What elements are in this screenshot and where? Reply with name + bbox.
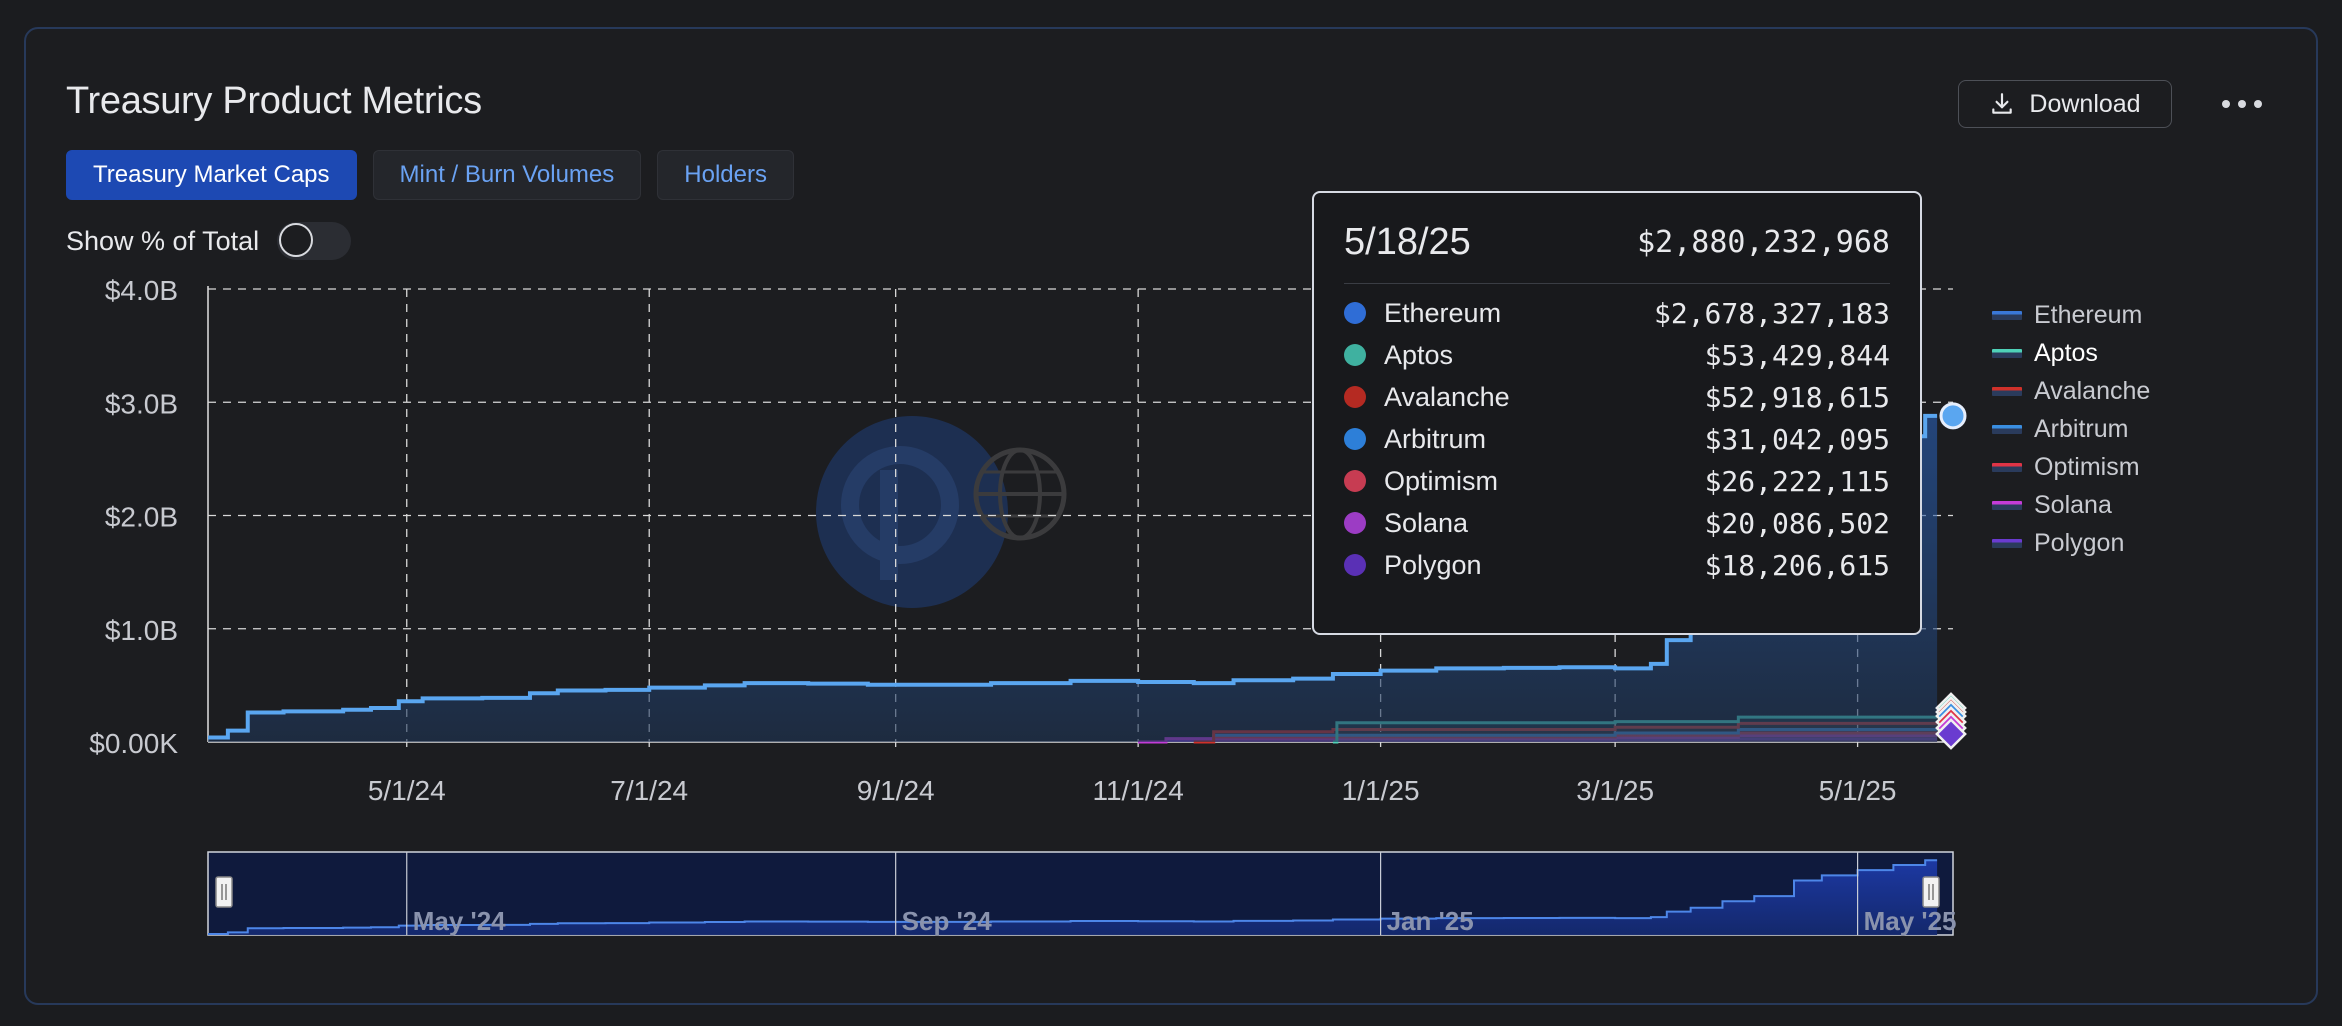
y-tick-label: $1.0B [105,615,178,646]
tooltip-series-value: $20,086,502 [1704,506,1890,540]
tooltip-series-name: Solana [1384,507,1469,538]
legend-swatch [1992,538,2022,548]
legend-swatch [1992,386,2022,396]
tooltip-row-aptos: Aptos $53,429,844 [1344,334,1890,376]
navigator-label: May '25 [1864,906,1957,936]
y-tick-label: $0.00K [89,728,178,759]
series-color-dot [1344,470,1366,492]
navigator-label: Sep '24 [902,906,993,936]
tooltip-series-value: $26,222,115 [1704,464,1890,498]
x-tick-label: 1/1/25 [1342,775,1420,806]
tooltip-series-name: Avalanche [1384,381,1510,412]
legend-item-solana[interactable]: Solana [1992,486,2150,524]
x-tick-label: 3/1/25 [1576,775,1654,806]
legend-item-aptos[interactable]: Aptos [1992,334,2150,372]
legend-label: Ethereum [2034,300,2143,329]
navigator-label: Jan '25 [1387,906,1474,936]
legend-swatch [1992,424,2022,434]
series-color-dot [1344,344,1366,366]
x-tick-label: 7/1/24 [610,775,688,806]
legend-label: Aptos [2034,338,2098,367]
watermark-logo [816,416,1067,608]
hover-tooltip: 5/18/25 $2,880,232,968 Ethereum $2,678,32… [1312,191,1922,635]
legend-label: Optimism [2034,452,2140,481]
navigator-left-handle[interactable] [215,876,233,908]
chart-legend: Ethereum Aptos Avalanche Arbitrum Optimism So… [1992,296,2150,562]
tooltip-rows: Ethereum $2,678,327,183 Aptos $53,429,844 Av… [1344,292,1890,586]
x-tick-label: 11/1/24 [1092,775,1183,806]
tooltip-series-name: Aptos [1384,339,1454,370]
legend-label: Polygon [2034,528,2125,557]
series-color-dot [1344,428,1366,450]
legend-swatch [1992,500,2022,510]
x-tick-label: 9/1/24 [857,775,935,806]
legend-item-arbitrum[interactable]: Arbitrum [1992,410,2150,448]
tooltip-series-value: $53,429,844 [1704,338,1890,372]
tooltip-row-solana: Solana $20,086,502 [1344,502,1890,544]
legend-swatch [1992,462,2022,472]
legend-item-ethereum[interactable]: Ethereum [1992,296,2150,334]
tooltip-row-avalanche: Avalanche $52,918,615 [1344,376,1890,418]
legend-label: Solana [2034,490,2112,519]
x-tick-label: 5/1/25 [1819,775,1897,806]
market-cap-chart[interactable]: $0.00K $1.0B $2.0B $3.0B $4.0B 5/1/24 7/1/24 9… [0,0,2342,1026]
legend-swatch [1992,310,2022,320]
tooltip-total: $2,880,232,968 [1637,224,1890,260]
series-color-dot [1344,386,1366,408]
tooltip-series-name: Arbitrum [1384,423,1487,454]
y-tick-label: $2.0B [105,502,178,533]
tooltip-row-optimism: Optimism $26,222,115 [1344,460,1890,502]
x-tick-label: 5/1/24 [368,775,446,806]
tooltip-row-arbitrum: Arbitrum $31,042,095 [1344,418,1890,460]
series-color-dot [1344,302,1366,324]
y-tick-label: $3.0B [105,388,178,419]
legend-label: Avalanche [2034,376,2151,405]
legend-item-polygon[interactable]: Polygon [1992,524,2150,562]
tooltip-series-value: $31,042,095 [1704,422,1890,456]
navigator-label: May '24 [413,906,506,936]
tooltip-date: 5/18/25 [1344,220,1471,263]
legend-swatch [1992,348,2022,358]
legend-item-avalanche[interactable]: Avalanche [1992,372,2150,410]
legend-item-optimism[interactable]: Optimism [1992,448,2150,486]
tooltip-series-name: Polygon [1384,549,1482,580]
tooltip-series-name: Ethereum [1384,297,1502,328]
tooltip-row-polygon: Polygon $18,206,615 [1344,544,1890,586]
tooltip-series-value: $2,678,327,183 [1653,296,1890,330]
tooltip-row-ethereum: Ethereum $2,678,327,183 [1344,292,1890,334]
y-tick-label: $4.0B [105,275,178,306]
tooltip-series-value: $18,206,615 [1704,548,1890,582]
tooltip-header: 5/18/25 $2,880,232,968 [1344,201,1890,284]
tooltip-series-name: Optimism [1384,465,1498,496]
series-color-dot [1344,512,1366,534]
navigator-right-handle[interactable] [1922,876,1940,908]
series-color-dot [1344,554,1366,576]
tooltip-series-value: $52,918,615 [1704,380,1890,414]
hover-marker-ethereum [1939,402,1967,430]
legend-label: Arbitrum [2034,414,2129,443]
